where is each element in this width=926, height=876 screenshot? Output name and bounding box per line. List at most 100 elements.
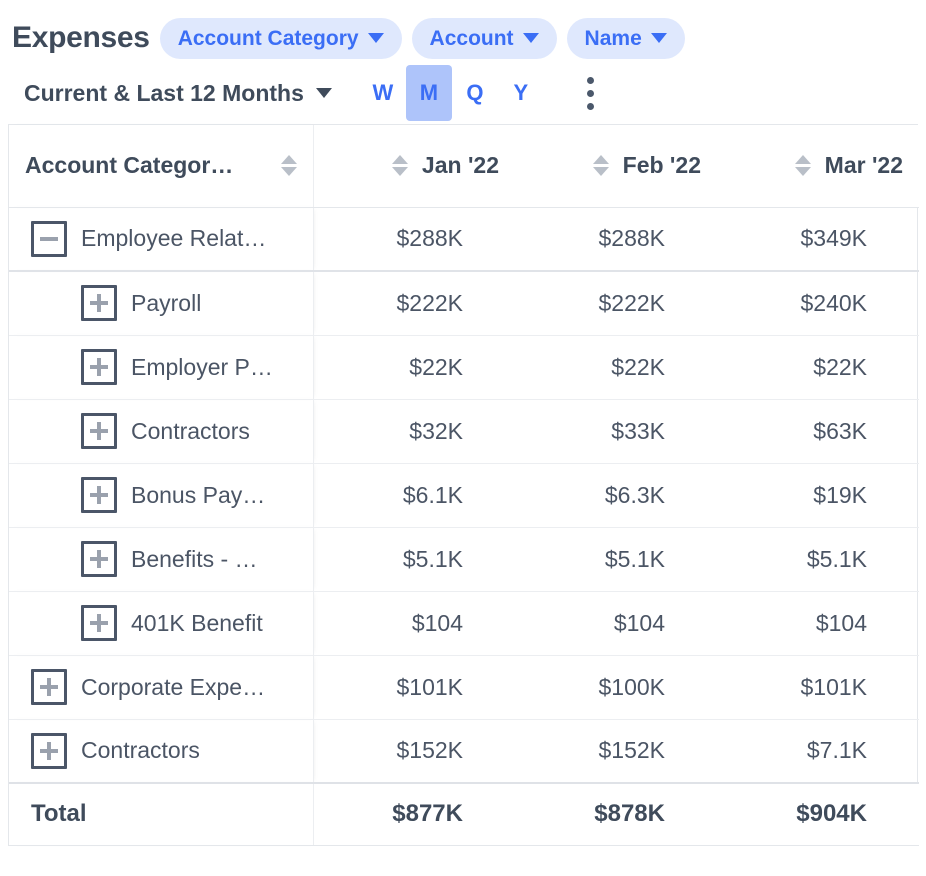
row-label: Bonus Pay… — [131, 482, 265, 509]
table-row[interactable]: Contractors$152K$152K$7.1K — [9, 719, 919, 783]
expenses-table-container: Account Categor… Jan '22 Feb '22 Mar '22 — [8, 124, 918, 846]
cell-value-mar-22: $7.1K — [717, 719, 919, 783]
filter-name[interactable]: Name — [567, 18, 685, 59]
expand-row-icon[interactable] — [81, 541, 117, 577]
row-label-cell: Employee Relat… — [9, 207, 313, 271]
cell-value-jan-22: $152K — [313, 719, 515, 783]
column-header-mar-22[interactable]: Mar '22 — [717, 125, 919, 207]
cell-value-jan-22: $5.1K — [313, 527, 515, 591]
cell-value-feb-22: $152K — [515, 719, 717, 783]
total-row-label: Total — [9, 783, 313, 845]
period-button-w[interactable]: W — [360, 65, 406, 121]
filter-account-category[interactable]: Account Category — [160, 18, 402, 59]
table-header: Account Categor… Jan '22 Feb '22 Mar '22 — [9, 125, 919, 207]
cell-value-jan-22: $32K — [313, 399, 515, 463]
table-row[interactable]: Employer P…$22K$22K$22K — [9, 335, 919, 399]
chevron-down-icon — [523, 33, 539, 43]
cell-value-feb-22: $100K — [515, 655, 717, 719]
column-header-label: Jan '22 — [422, 152, 499, 179]
total-value-mar-22: $904K — [717, 783, 919, 845]
row-label-cell: Contractors — [9, 399, 313, 463]
period-button-q[interactable]: Q — [452, 65, 498, 121]
cell-value-feb-22: $33K — [515, 399, 717, 463]
cell-value-mar-22: $63K — [717, 399, 919, 463]
row-label-cell: Bonus Pay… — [9, 463, 313, 527]
cell-value-mar-22: $19K — [717, 463, 919, 527]
table-row[interactable]: Benefits - …$5.1K$5.1K$5.1K — [9, 527, 919, 591]
expand-row-icon[interactable] — [31, 733, 67, 769]
table-row[interactable]: Payroll$222K$222K$240K — [9, 271, 919, 335]
total-row: Total $877K $878K $904K — [9, 783, 919, 845]
cell-value-jan-22: $101K — [313, 655, 515, 719]
row-label-cell: Benefits - … — [9, 527, 313, 591]
filter-account[interactable]: Account — [412, 18, 557, 59]
sort-arrows-icon[interactable] — [392, 155, 408, 176]
cell-value-mar-22: $349K — [717, 207, 919, 271]
sort-arrows-icon[interactable] — [795, 155, 811, 176]
cell-value-jan-22: $6.1K — [313, 463, 515, 527]
table-row[interactable]: 401K Benefit$104$104$104 — [9, 591, 919, 655]
row-label-cell: 401K Benefit — [9, 591, 313, 655]
date-range-selector[interactable]: Current & Last 12 Months — [24, 80, 332, 107]
column-header-label: Feb '22 — [623, 152, 701, 179]
row-label-cell: Payroll — [9, 271, 313, 335]
column-header-label: Account Categor… — [25, 152, 233, 179]
cell-value-feb-22: $288K — [515, 207, 717, 271]
row-label: 401K Benefit — [131, 610, 263, 637]
table-row[interactable]: Corporate Expe… $101K$100K$101K — [9, 655, 919, 719]
cell-value-feb-22: $222K — [515, 271, 717, 335]
row-label: Benefits - … — [131, 546, 258, 573]
page-header: Expenses Account Category Account Name — [0, 0, 926, 62]
table-row[interactable]: Employee Relat…$288K$288K$349K — [9, 207, 919, 271]
expenses-table: Account Categor… Jan '22 Feb '22 Mar '22 — [9, 125, 919, 846]
cell-value-mar-22: $101K — [717, 655, 919, 719]
row-label: Corporate Expe… — [81, 674, 265, 701]
cell-value-jan-22: $104 — [313, 591, 515, 655]
page-title: Expenses — [12, 21, 150, 55]
filter-account-category-label: Account Category — [178, 28, 359, 49]
period-button-m[interactable]: M — [406, 65, 452, 121]
expand-row-icon[interactable] — [81, 605, 117, 641]
expand-row-icon[interactable] — [81, 349, 117, 385]
table-row[interactable]: Contractors $32K$33K$63K — [9, 399, 919, 463]
cell-value-feb-22: $104 — [515, 591, 717, 655]
column-header-feb-22[interactable]: Feb '22 — [515, 125, 717, 207]
total-value-jan-22: $877K — [313, 783, 515, 845]
table-header-row: Account Categor… Jan '22 Feb '22 Mar '22 — [9, 125, 919, 207]
chevron-down-icon — [368, 33, 384, 43]
cell-value-mar-22: $5.1K — [717, 527, 919, 591]
cell-value-jan-22: $288K — [313, 207, 515, 271]
kebab-menu-icon[interactable] — [574, 71, 608, 115]
column-header-account-category[interactable]: Account Categor… — [9, 125, 313, 207]
expand-row-icon[interactable] — [81, 413, 117, 449]
cell-value-mar-22: $240K — [717, 271, 919, 335]
cell-value-jan-22: $22K — [313, 335, 515, 399]
period-button-y[interactable]: Y — [498, 65, 544, 121]
expand-row-icon[interactable] — [31, 669, 67, 705]
sort-arrows-icon[interactable] — [281, 155, 297, 176]
expand-row-icon[interactable] — [81, 477, 117, 513]
period-toggle-group: W M Q Y — [360, 65, 544, 121]
table-body: Employee Relat…$288K$288K$349KPayroll$22… — [9, 207, 919, 783]
row-label-cell: Employer P… — [9, 335, 313, 399]
filter-name-label: Name — [585, 28, 642, 49]
total-value-feb-22: $878K — [515, 783, 717, 845]
collapse-row-icon[interactable] — [31, 221, 67, 257]
chevron-down-icon — [316, 88, 332, 98]
filter-account-label: Account — [430, 28, 514, 49]
cell-value-feb-22: $5.1K — [515, 527, 717, 591]
row-label-cell: Contractors — [9, 719, 313, 783]
cell-value-feb-22: $22K — [515, 335, 717, 399]
date-range-label: Current & Last 12 Months — [24, 80, 304, 107]
row-label: Employer P… — [131, 354, 273, 381]
table-row[interactable]: Bonus Pay…$6.1K$6.3K$19K — [9, 463, 919, 527]
row-label: Contractors — [131, 418, 250, 445]
sort-arrows-icon[interactable] — [593, 155, 609, 176]
column-header-label: Mar '22 — [825, 152, 903, 179]
cell-value-mar-22: $104 — [717, 591, 919, 655]
column-header-jan-22[interactable]: Jan '22 — [313, 125, 515, 207]
cell-value-jan-22: $222K — [313, 271, 515, 335]
row-label: Employee Relat… — [81, 225, 266, 252]
row-label-cell: Corporate Expe… — [9, 655, 313, 719]
expand-row-icon[interactable] — [81, 285, 117, 321]
